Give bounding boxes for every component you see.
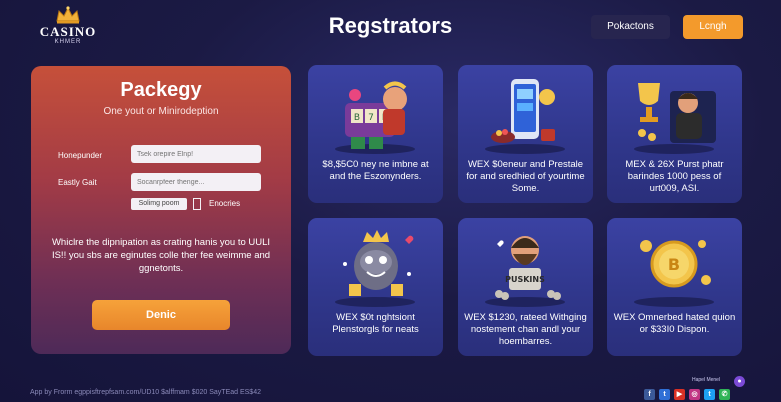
footer-text: App by Frorm egppisftrepfsam.com/UD10 $a… [30, 389, 261, 396]
promo-card-5[interactable]: PUSKINS WEX $1230, rateed Withging noste… [458, 218, 593, 356]
slot-machine-mascot-icon: B 7 B [335, 81, 415, 154]
gold-coin-icon: B [634, 240, 714, 307]
twitter-icon[interactable]: t [704, 389, 715, 400]
card-text-1: $8,$5C0 ney ne imbne at and the Eszonynd… [322, 159, 429, 182]
instagram-icon[interactable]: ◎ [689, 389, 700, 400]
svg-text:B: B [354, 113, 360, 123]
promo-card-4[interactable]: WEX $0t nghtsiont Plenstorgls for neats [308, 218, 443, 356]
footer-right-label: Hapel Menel [692, 377, 721, 383]
registration-title: Packegy [120, 79, 202, 101]
field-input-1[interactable] [131, 145, 261, 163]
card-text-2: WEX $0eneur and Prestale for and sredhie… [466, 159, 585, 194]
promo-card-3[interactable]: MEX & 26X Purst phatr barindes 1000 pess… [607, 65, 742, 203]
help-badge-icon[interactable]: ● [734, 376, 745, 387]
registration-panel: Packegy One yout or Minirodeption Honepu… [31, 66, 291, 354]
svg-text:7: 7 [368, 113, 374, 123]
casino-logo[interactable]: CASINO KHMER [36, 6, 100, 45]
trophy-winner-icon [634, 83, 716, 154]
svg-text:B: B [668, 255, 680, 274]
registration-description: Whiclre the dipnipation as crating hanis… [51, 237, 271, 274]
svg-text:PUSKINS: PUSKINS [505, 275, 545, 284]
header-button-orange[interactable]: Lcngh [683, 15, 743, 39]
card-text-3: MEX & 26X Purst phatr barindes 1000 pess… [625, 159, 724, 194]
field-input-2[interactable] [131, 173, 261, 191]
small-option-button[interactable]: Solimg poom [131, 198, 187, 210]
registration-subtitle: One yout or Minirodeption [103, 106, 219, 117]
field-label-2: Eastly Gait [58, 178, 97, 187]
card-text-5: WEX $1230, rateed Withging nostement cha… [464, 312, 587, 347]
facebook-icon[interactable]: f [644, 389, 655, 400]
t-icon[interactable]: t [659, 389, 670, 400]
youtube-icon[interactable]: ▶ [674, 389, 685, 400]
promo-card-6[interactable]: B WEX Omnerbed hated quion or $33I0 Disp… [607, 218, 742, 356]
promo-card-1[interactable]: B 7 B $8,$5C0 ney ne imbne at and the Es… [308, 65, 443, 203]
promo-card-2[interactable]: WEX $0eneur and Prestale for and sredhie… [458, 65, 593, 203]
card-text-4: WEX $0t nghtsiont Plenstorgls for neats [332, 312, 419, 335]
header-button-dark[interactable]: Pokactons [591, 15, 670, 39]
crowned-mascot-icon [335, 230, 415, 307]
mobile-phone-slots-icon [485, 79, 565, 154]
field-label-1: Honepunder [58, 151, 103, 160]
checkbox-label: Enocries [209, 199, 241, 208]
card-text-6: WEX Omnerbed hated quion or $33I0 Dispon… [613, 312, 736, 335]
whatsapp-icon[interactable]: ✆ [719, 389, 730, 400]
crown-icon [56, 6, 80, 24]
bearded-man-sign-icon: PUSKINS [485, 236, 565, 307]
submit-button[interactable]: Denic [92, 300, 230, 330]
logo-title: CASINO [39, 24, 97, 39]
checkbox[interactable] [193, 198, 201, 210]
